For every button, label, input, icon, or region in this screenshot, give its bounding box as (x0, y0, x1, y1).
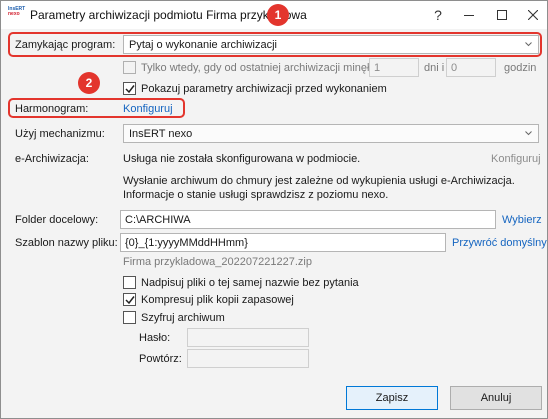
encrypt-label: Szyfruj archiwum (141, 312, 225, 324)
filename-preview: Firma przykladowa_202207221227.zip (123, 256, 312, 268)
earchive-info-line1: Wysłanie archiwum do chmury jest zależne… (123, 175, 515, 187)
only-when-label: Tylko wtedy, gdy od ostatniej archiwizac… (141, 62, 379, 74)
hours-unit-label: godzin (504, 62, 537, 74)
earchive-label: e-Archiwizacja: (15, 153, 89, 165)
maximize-icon (497, 10, 507, 20)
help-button[interactable]: ? (421, 1, 455, 29)
folder-choose-link[interactable]: Wybierz (502, 214, 542, 226)
chevron-down-icon (525, 131, 532, 136)
archive-settings-dialog: InsERT nexo Parametry archiwizacji podmi… (0, 0, 548, 419)
close-button[interactable] (516, 1, 548, 29)
annotation-marker-2: 2 (78, 72, 100, 94)
cancel-button[interactable]: Anuluj (450, 386, 542, 410)
filename-label: Szablon nazwy pliku: (15, 237, 118, 249)
schedule-configure-link[interactable]: Konfiguruj (123, 103, 173, 115)
compress-label: Kompresuj plik kopii zapasowej (141, 294, 294, 306)
days-input[interactable]: 1 (369, 58, 419, 77)
chevron-down-icon (525, 42, 532, 47)
overwrite-label: Nadpisuj pliki o tej samej nazwie bez py… (141, 277, 359, 289)
overwrite-checkbox[interactable] (123, 276, 136, 289)
program-label: Zamykając program: (15, 39, 116, 51)
save-button[interactable]: Zapisz (346, 386, 438, 410)
show-params-checkbox[interactable] (123, 82, 136, 95)
password-repeat-input[interactable] (187, 349, 309, 368)
earchive-configure-link[interactable]: Konfiguruj (491, 153, 541, 165)
program-dropdown-value: Pytaj o wykonanie archiwizacji (129, 39, 277, 51)
show-params-label: Pokazuj parametry archiwizacji przed wyk… (141, 83, 387, 95)
password-repeat-label: Powtórz: (139, 353, 182, 365)
minimize-icon (464, 15, 474, 16)
checkmark-icon (125, 296, 135, 305)
window-title: Parametry archiwizacji podmiotu Firma pr… (30, 8, 307, 22)
maximize-button[interactable] (485, 1, 519, 29)
password-input[interactable] (187, 328, 309, 347)
folder-input[interactable]: C:\ARCHIWA (120, 210, 496, 229)
filename-template-input[interactable]: {0}_{1:yyyyMMddHHmm} (120, 233, 446, 252)
program-dropdown[interactable]: Pytaj o wykonanie archiwizacji (123, 35, 539, 54)
only-when-checkbox[interactable] (123, 61, 136, 74)
hours-input[interactable]: 0 (446, 58, 496, 77)
annotation-marker-1: 1 (267, 4, 289, 26)
folder-label: Folder docelowy: (15, 214, 99, 226)
days-unit-label: dni i (424, 62, 445, 74)
schedule-label: Harmonogram: (15, 103, 89, 115)
close-icon (528, 10, 538, 20)
insert-nexo-logo-icon: InsERT nexo (8, 6, 26, 17)
mechanism-dropdown[interactable]: InsERT nexo (123, 124, 539, 143)
restore-default-link[interactable]: Przywróć domyślny (452, 237, 547, 249)
compress-checkbox[interactable] (123, 293, 136, 306)
earchive-info-line2: Informacje o stanie usługi sprawdzisz z … (123, 189, 389, 201)
encrypt-checkbox[interactable] (123, 311, 136, 324)
mechanism-dropdown-value: InsERT nexo (129, 128, 193, 140)
earchive-status: Usługa nie została skonfigurowana w podm… (123, 153, 361, 165)
checkmark-icon (125, 85, 135, 94)
password-label: Hasło: (139, 332, 171, 344)
minimize-button[interactable] (452, 1, 486, 29)
mechanism-label: Użyj mechanizmu: (15, 128, 105, 140)
